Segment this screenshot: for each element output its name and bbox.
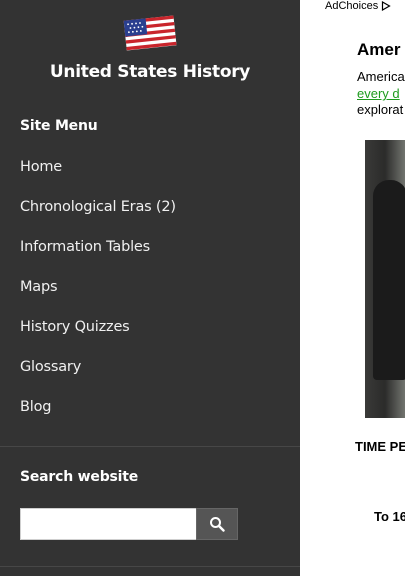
menu-item-blog[interactable]: Blog xyxy=(20,394,176,434)
main-content: AdChoices Amer America every d explorat … xyxy=(300,0,405,576)
menu-item-chronological-eras[interactable]: Chronological Eras (2) xyxy=(20,194,176,234)
search-input[interactable] xyxy=(20,508,197,540)
site-menu: Home Chronological Eras (2) Information … xyxy=(20,154,176,434)
site-menu-heading: Site Menu xyxy=(20,118,98,134)
menu-item-history-quizzes[interactable]: History Quizzes xyxy=(20,314,176,354)
search-button[interactable] xyxy=(196,508,238,540)
intro-text-link[interactable]: every d xyxy=(357,86,400,101)
menu-item-maps[interactable]: Maps xyxy=(20,274,176,314)
menu-item-home[interactable]: Home xyxy=(20,154,176,194)
search-icon xyxy=(210,517,225,532)
us-flag-logo[interactable] xyxy=(121,12,179,52)
site-title[interactable]: United States History xyxy=(0,62,300,82)
intro-text-line-3: explorat xyxy=(357,102,404,117)
menu-item-information-tables[interactable]: Information Tables xyxy=(20,234,176,274)
to-date-label: To 16 xyxy=(374,509,405,524)
photo-figure xyxy=(373,180,405,380)
sidebar: United States History Site Menu Home Chr… xyxy=(0,0,300,576)
sidebar-divider xyxy=(0,446,300,447)
time-period-label: TIME PE xyxy=(355,439,405,454)
article-photo xyxy=(365,140,405,418)
menu-item-glossary[interactable]: Glossary xyxy=(20,354,176,394)
adchoices-label: AdChoices xyxy=(325,0,379,12)
intro-text-line-1: America xyxy=(357,69,405,84)
adchoices-icon xyxy=(382,1,391,11)
search-heading: Search website xyxy=(20,469,139,485)
sidebar-divider-bottom xyxy=(0,566,300,567)
article-title: Amer xyxy=(357,40,401,59)
adchoices-link[interactable]: AdChoices xyxy=(325,0,391,12)
